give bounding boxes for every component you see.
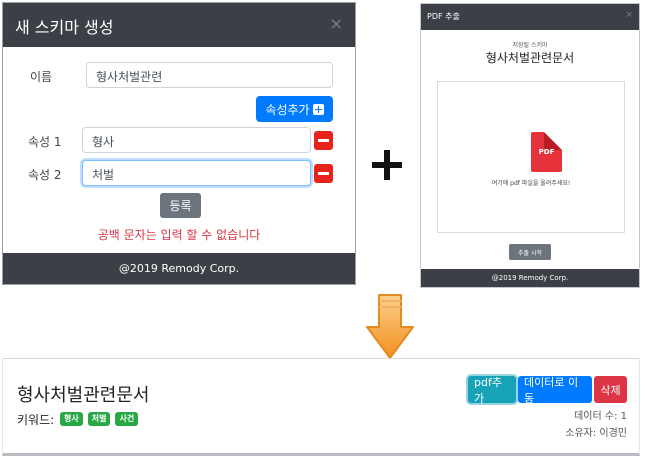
name-input[interactable]: 형사처벌관련 xyxy=(86,62,333,88)
pdf-add-button[interactable]: pdf추가 xyxy=(468,376,516,405)
modal-title: 새 스키마 생성 xyxy=(15,18,114,37)
remove-attribute-2-icon[interactable] xyxy=(314,164,333,183)
close-icon[interactable]: × xyxy=(330,16,343,32)
pdf-modal-title: PDF 추출 xyxy=(427,12,460,21)
remove-attribute-1-icon[interactable] xyxy=(314,131,333,150)
attribute-1-label: 속성 1 xyxy=(28,135,62,149)
down-arrow-icon xyxy=(366,294,414,359)
pdf-file-icon: PDF xyxy=(531,132,562,172)
card-actions: pdf추가 데이터로 이동 삭제 xyxy=(468,376,627,405)
extract-start-button[interactable]: 추출 시작 xyxy=(509,244,551,260)
add-attribute-button[interactable]: 속성추가 xyxy=(256,96,333,122)
attribute-2-label: 속성 2 xyxy=(28,168,62,182)
pdf-dropzone[interactable]: PDF 여기에 pdf 파일을 올려주세요! xyxy=(437,81,625,233)
dropzone-text: 여기에 pdf 파일을 올려주세요! xyxy=(491,180,571,187)
close-icon[interactable]: × xyxy=(625,10,633,20)
data-count: 데이터 수: 1 xyxy=(574,411,627,422)
schema-card: 형사처벌관련문서 키워드: 형사 처벌 사건 pdf추가 데이터로 이동 삭제 … xyxy=(2,358,640,456)
pdf-modal-footer: @2019 Remody Corp. xyxy=(421,269,639,287)
card-title: 형사처벌관련문서 xyxy=(17,385,150,406)
keywords-label: 키워드: xyxy=(17,413,55,427)
attribute-2-input[interactable]: 처벌 xyxy=(82,160,311,186)
pdf-extract-modal: PDF 추출 × 저장될 스키마 형사처벌관련문서 PDF 여기에 pdf 파일… xyxy=(420,3,640,288)
keyword-tag: 사건 xyxy=(115,412,139,426)
modal-footer: @2019 Remody Corp. xyxy=(3,253,355,284)
owner: 소유자: 이경민 xyxy=(565,428,627,439)
create-schema-modal: 새 스키마 생성 × 이름 형사처벌관련 속성추가 속성 1 형사 속성 2 처… xyxy=(2,2,356,285)
keyword-tag: 처벌 xyxy=(87,412,111,426)
go-to-data-button[interactable]: 데이터로 이동 xyxy=(518,376,592,405)
delete-button[interactable]: 삭제 xyxy=(594,376,627,403)
keyword-tags: 형사 처벌 사건 xyxy=(60,412,139,426)
error-message: 공백 문자는 입력 할 수 없습니다 xyxy=(97,228,261,242)
pdf-icon-text: PDF xyxy=(538,148,555,156)
plus-square-icon xyxy=(312,103,324,115)
keyword-tag: 형사 xyxy=(60,412,83,426)
schema-name: 형사처벌관련문서 xyxy=(485,51,575,65)
plus-icon xyxy=(372,150,402,180)
saved-schema-label: 저장될 스키마 xyxy=(512,42,548,49)
modal-header: 새 스키마 생성 × xyxy=(3,3,355,47)
attribute-1-input[interactable]: 형사 xyxy=(82,127,311,153)
pdf-modal-header: PDF 추출 × xyxy=(421,4,639,30)
add-attribute-label: 속성추가 xyxy=(265,102,310,117)
name-label: 이름 xyxy=(30,70,53,84)
register-button[interactable]: 등록 xyxy=(160,193,201,218)
